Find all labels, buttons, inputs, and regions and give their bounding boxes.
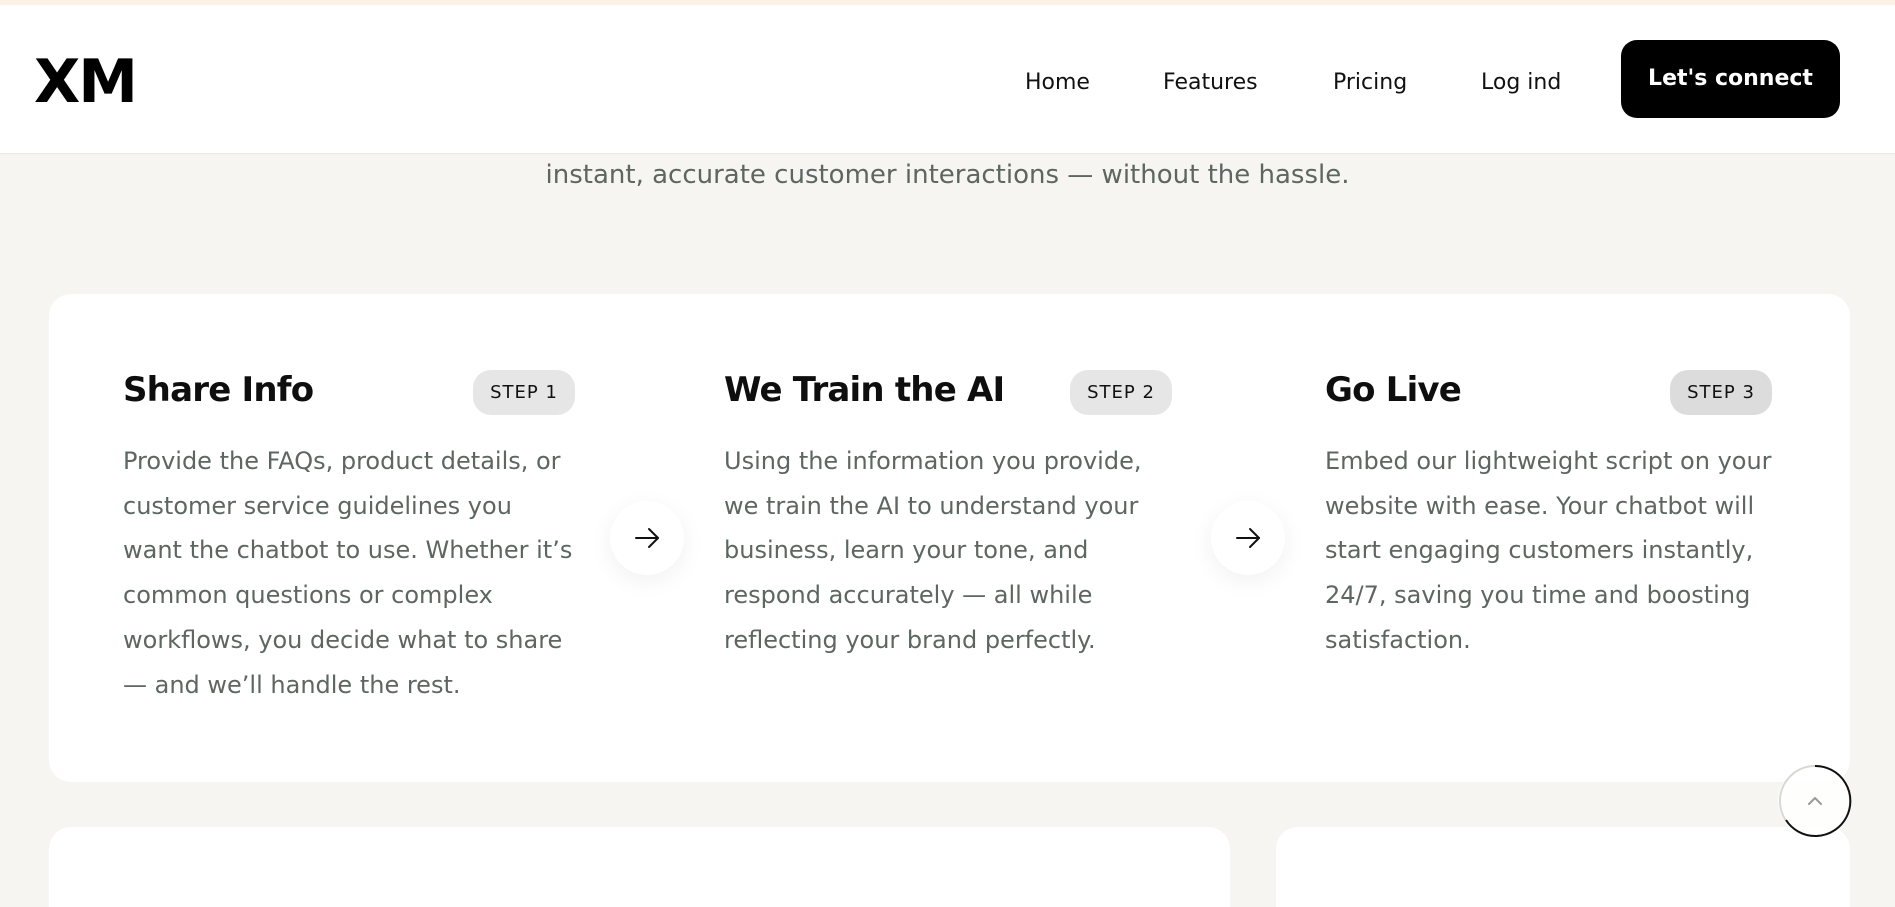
step-1-description: Provide the FAQs, product details, or cu…	[123, 447, 573, 699]
step-1-arrow-button[interactable]	[610, 501, 684, 575]
nav-home[interactable]: Home	[1025, 65, 1090, 101]
nav-login[interactable]: Log ind	[1481, 65, 1561, 101]
arrow-right-icon	[635, 528, 659, 548]
arrow-right-icon	[1236, 528, 1260, 548]
step-2-arrow-button[interactable]	[1211, 501, 1285, 575]
step-1-badge: STEP 1	[473, 370, 575, 415]
chevron-up-icon	[1808, 797, 1822, 805]
step-3-title: Go Live	[1325, 370, 1462, 410]
lets-connect-button[interactable]: Let's connect	[1621, 40, 1840, 118]
step-3-description: Embed our lightweight script on your web…	[1325, 447, 1772, 654]
scroll-to-top-button[interactable]	[1778, 764, 1852, 838]
step-2-description: Using the information you provide, we tr…	[724, 447, 1142, 654]
nav-features[interactable]: Features	[1163, 65, 1258, 101]
brand-logo[interactable]: XM	[34, 47, 138, 117]
hero-lead-text: instant, accurate customer interactions …	[545, 160, 1350, 190]
bottom-card-right	[1276, 827, 1850, 907]
nav-pricing[interactable]: Pricing	[1333, 65, 1407, 101]
step-2-badge: STEP 2	[1070, 370, 1172, 415]
steps-card: Share Info STEP 1 Provide the FAQs, prod…	[49, 294, 1850, 782]
step-3-badge: STEP 3	[1670, 370, 1772, 415]
step-1-title: Share Info	[123, 370, 314, 410]
bottom-card-left	[49, 827, 1230, 907]
step-2-title: We Train the AI	[724, 370, 1005, 410]
site-header: XM Home Features Pricing Log ind Let's c…	[0, 5, 1895, 154]
